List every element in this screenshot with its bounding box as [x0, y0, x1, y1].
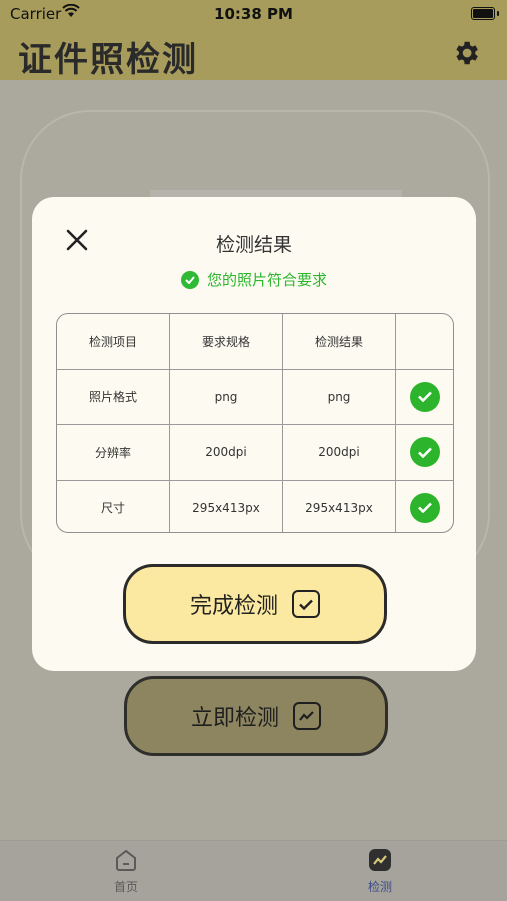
detect-now-label: 立即检测: [190, 706, 279, 731]
spec-cell: 200dpi: [170, 425, 283, 480]
result-status-text: 您的照片符合要求: [206, 271, 327, 289]
spec-cell: png: [170, 369, 283, 424]
item-cell: 照片格式: [57, 369, 170, 424]
page-title: 证件照检测: [18, 40, 198, 80]
pass-cell: [396, 481, 453, 533]
result-cell: png: [283, 369, 396, 424]
gear-icon[interactable]: [451, 38, 481, 68]
check-circle-icon: [409, 437, 440, 468]
battery-icon: [471, 7, 495, 20]
home-icon: [116, 849, 136, 871]
spec-cell: 295x413px: [170, 480, 283, 532]
chart-icon: [369, 849, 391, 871]
item-cell: 分辨率: [57, 425, 170, 480]
table-row: 分辨率 200dpi 200dpi: [57, 424, 453, 480]
tab-home-label: 首页: [113, 880, 138, 894]
item-cell: 尺寸: [57, 480, 170, 532]
modal-title: 检测结果: [215, 234, 292, 256]
result-modal: 检测结果 您的照片符合要求 检测项目 要求规格 检测结果 照片格式 png pn…: [32, 197, 476, 671]
check-circle-icon: [409, 381, 440, 412]
tab-bar: 首页 检测: [0, 840, 507, 901]
tab-detect[interactable]: 检测: [340, 847, 420, 895]
column-header: 检测结果: [283, 314, 396, 369]
result-cell: 200dpi: [283, 425, 396, 480]
result-cell: 295x413px: [283, 480, 396, 532]
result-status: 您的照片符合要求: [32, 269, 476, 290]
column-header: [396, 314, 453, 369]
chart-icon: [293, 702, 321, 730]
tab-detect-label: 检测: [367, 880, 392, 894]
detect-now-button[interactable]: 立即检测: [124, 676, 388, 756]
nav-bar: 证件照检测: [0, 28, 507, 80]
status-time: 10:38 PM: [214, 5, 293, 23]
finish-detection-button[interactable]: 完成检测: [123, 564, 387, 644]
column-header: 要求规格: [170, 314, 283, 369]
check-box-icon: [292, 590, 320, 618]
table-row: 尺寸 295x413px 295x413px: [57, 479, 453, 533]
finish-detection-label: 完成检测: [189, 594, 278, 619]
status-bar: Carrier 10:38 PM: [0, 0, 507, 28]
column-header: 检测项目: [57, 314, 170, 369]
result-table: 检测项目 要求规格 检测结果 照片格式 png png 分辨率 200dpi 2…: [56, 313, 454, 533]
battery-tip: [497, 11, 499, 16]
check-circle-icon: [180, 270, 199, 289]
table-header-row: 检测项目 要求规格 检测结果: [57, 314, 453, 369]
pass-cell: [396, 425, 453, 480]
check-circle-icon: [409, 492, 440, 523]
pass-cell: [396, 370, 453, 425]
table-row: 照片格式 png png: [57, 368, 453, 425]
tab-home[interactable]: 首页: [86, 847, 166, 895]
